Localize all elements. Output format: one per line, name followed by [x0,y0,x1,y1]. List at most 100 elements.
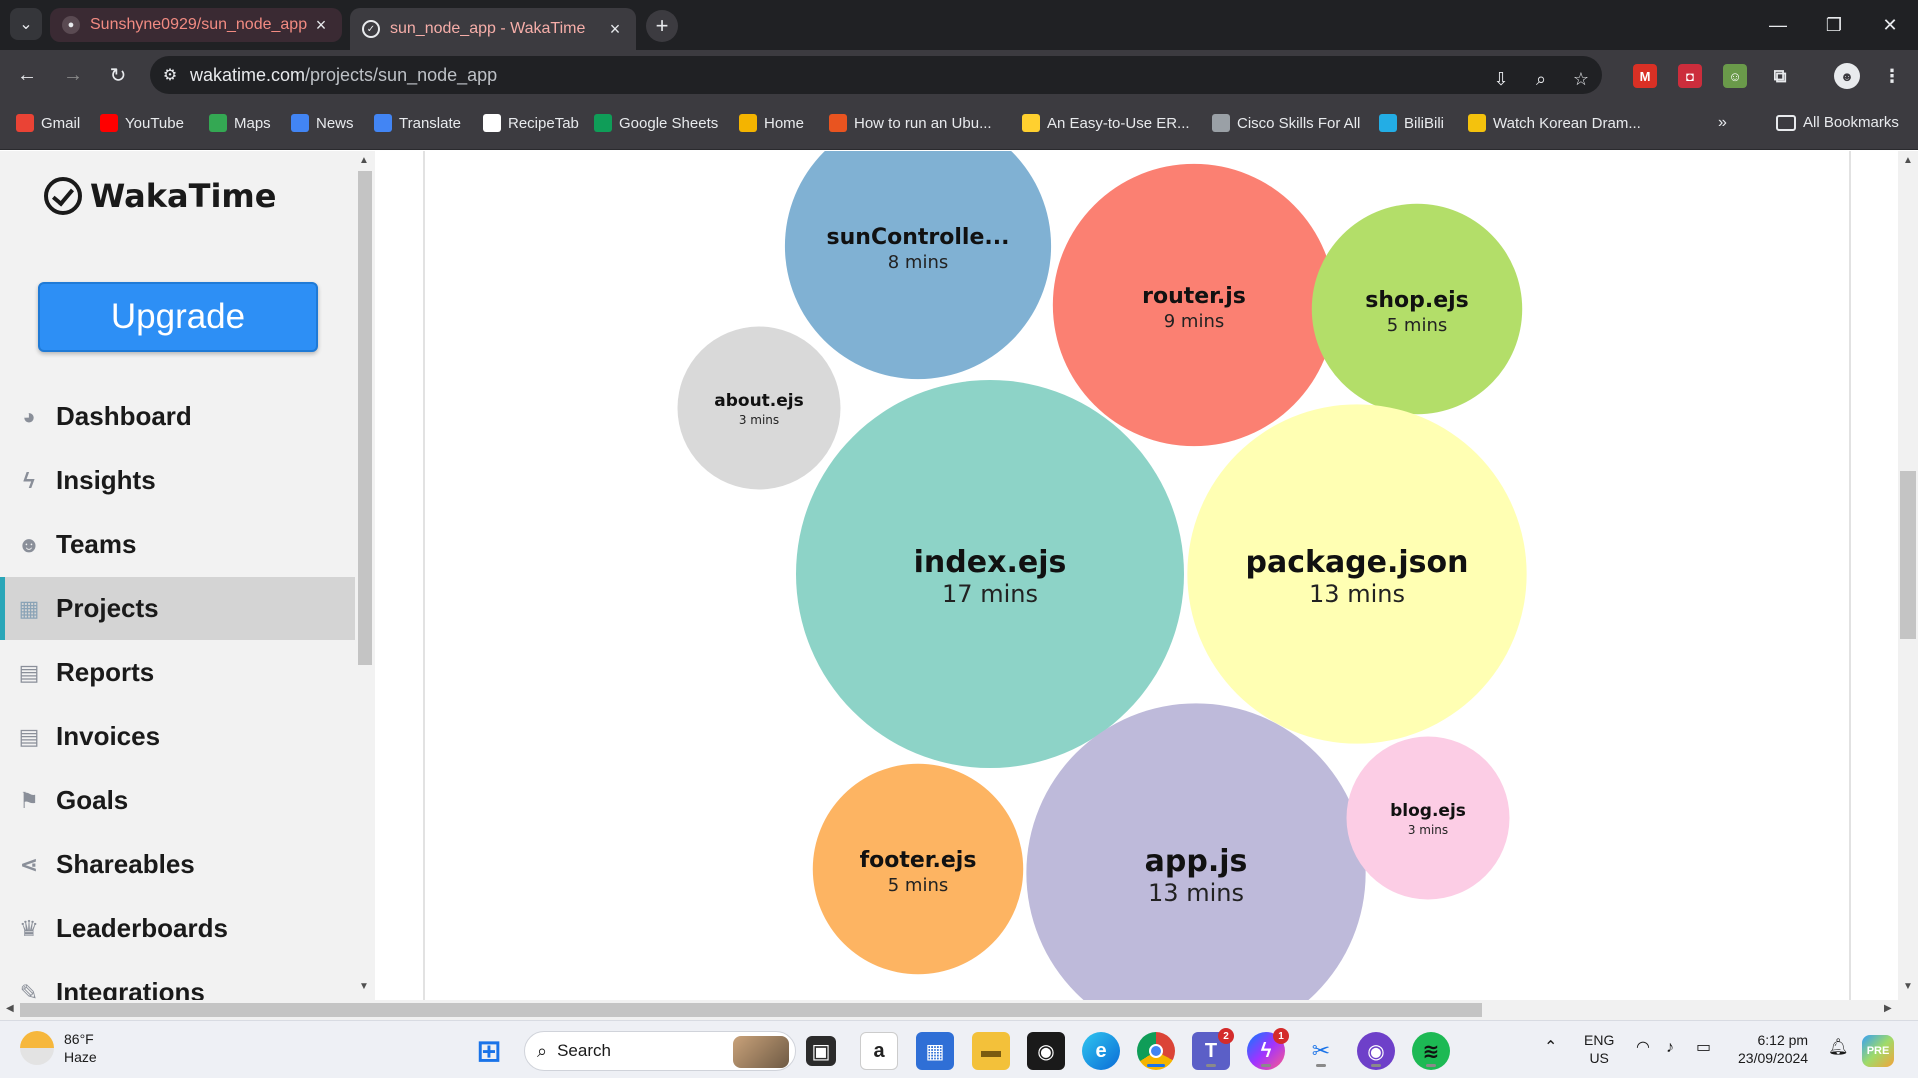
edge-icon[interactable]: e [1082,1032,1120,1070]
file-bubble[interactable]: shop.ejs5 mins [1311,203,1523,415]
bookmark-item[interactable]: RecipeTab [483,114,579,132]
chevron-up-icon[interactable]: ⌃ [1544,1039,1557,1057]
bookmark-item[interactable]: An Easy-to-Use ER... [1022,114,1190,132]
bookmark-item[interactable]: Gmail [16,114,80,132]
site-info-icon[interactable]: ⚙ [150,65,190,85]
wifi-icon[interactable]: ◠ [1636,1039,1650,1057]
bookmark-star-icon[interactable]: ☆ [1566,64,1596,94]
bookmark-item[interactable]: YouTube [100,114,184,132]
bookmark-item[interactable]: Translate [374,114,461,132]
amazon-icon[interactable]: a [860,1032,898,1070]
wakatime-logo[interactable]: WakaTime [44,177,276,215]
install-app-icon[interactable]: ⇩ [1486,64,1516,94]
sidebar-item-shareables[interactable]: ⋖ Shareables [0,833,355,896]
sidebar-item-reports[interactable]: ▤ Reports [0,641,355,704]
file-bubble-chart: sunControlle...8 minsrouter.js9 minsshop… [677,151,1527,1000]
file-bubble[interactable]: footer.ejs5 mins [812,763,1024,975]
zoom-icon[interactable]: ⌕ [1526,64,1556,94]
notification-bell-icon[interactable]: 🔔︎ [1828,1039,1848,1057]
tab-search-button[interactable]: ⌄ [10,8,42,40]
extensions-puzzle-icon[interactable]: ⧉ [1768,64,1792,88]
reload-button[interactable]: ↻ [103,60,133,90]
sidebar-scrollbar[interactable]: ▲ ▼ [355,151,375,1000]
bookmark-item[interactable]: Maps [209,114,271,132]
spotify-icon[interactable]: ≋ [1412,1032,1450,1070]
file-bubble[interactable]: router.js9 mins [1052,163,1336,447]
messenger-icon[interactable]: ϟ 1 [1247,1028,1289,1070]
file-bubble[interactable]: about.ejs 3 mins [677,326,841,490]
teams-icon[interactable]: T 2 [1192,1028,1234,1070]
scroll-up-icon[interactable]: ▲ [359,155,369,166]
file-bubble[interactable]: index.ejs17 mins [796,380,1184,768]
task-view-icon[interactable]: ▣ [806,1036,836,1066]
bookmark-item[interactable]: How to run an Ubu... [829,114,992,132]
address-bar[interactable]: ⚙ wakatime.com/projects/sun_node_app ⇩ ⌕… [150,56,1602,94]
tab-github[interactable]: ● Sunshyne0929/sun_node_app × [50,8,342,42]
bookmark-item[interactable]: News [291,114,354,132]
bookmark-label: Maps [234,114,271,132]
scroll-left-icon[interactable]: ◀ [6,1003,14,1014]
file-bubble[interactable]: sunControlle...8 mins [784,151,1052,380]
sidebar-item-teams[interactable]: ☻ Teams [0,513,355,576]
close-icon[interactable]: × [312,15,330,36]
sidebar-scroll-thumb[interactable] [358,171,372,665]
snipping-tool-icon[interactable]: ✂ [1302,1032,1340,1070]
file-explorer-icon[interactable]: ▬ [972,1032,1010,1070]
back-button[interactable]: ← [12,60,42,90]
profile-avatar[interactable]: ☻ [1834,63,1860,89]
scroll-down-icon[interactable]: ▼ [1903,981,1913,992]
cisco-icon [1212,114,1230,132]
sidebar-item-invoices[interactable]: ▤ Invoices [0,705,355,768]
chrome-icon[interactable] [1137,1032,1175,1070]
sidebar-item-goals[interactable]: ⚑ Goals [0,769,355,832]
sidebar-item-leaderboards[interactable]: ♛ Leaderboards [0,897,355,960]
menu-kebab-icon[interactable]: ⋮ [1880,64,1904,88]
volume-icon[interactable]: ♪ [1666,1039,1674,1057]
scroll-right-icon[interactable]: ▶ [1884,1003,1892,1014]
scroll-up-icon[interactable]: ▲ [1903,155,1913,166]
battery-icon[interactable]: ▭ [1696,1039,1711,1057]
page-horizontal-scrollbar[interactable]: ◀ ▶ [0,1000,1918,1020]
extension-pocket-icon[interactable]: ◘ [1678,64,1702,88]
page-vertical-scrollbar[interactable]: ▲ ▼ [1898,151,1918,1000]
sidebar-item-projects[interactable]: ▦ Projects [0,577,355,640]
restore-button[interactable]: ❐ [1806,0,1862,50]
extension-mendeley-icon[interactable]: M [1633,64,1657,88]
bookmark-item[interactable]: BiliBili [1379,114,1444,132]
microsoft-store-icon[interactable]: ▦ [916,1032,954,1070]
tab-wakatime[interactable]: ✓ sun_node_app - WakaTime × [350,8,636,50]
new-tab-button[interactable]: + [646,10,678,42]
sidebar-item-integrations[interactable]: ✎ Integrations [0,961,355,1000]
bookmark-item[interactable]: Cisco Skills For All [1212,114,1360,132]
clock[interactable]: 6:12 pm 23/09/2024 [1738,1031,1808,1067]
bookmarks-overflow-button[interactable]: » [1718,114,1727,132]
scroll-down-icon[interactable]: ▼ [359,981,369,992]
bookmark-item[interactable]: Watch Korean Dram... [1468,114,1641,132]
windows-start-icon[interactable]: ⊞ [470,1032,508,1070]
file-bubble[interactable]: blog.ejs 3 mins [1346,736,1510,900]
close-window-button[interactable]: ✕ [1862,0,1918,50]
sidebar-item-dashboard[interactable]: ◕ Dashboard [0,385,355,448]
bookmark-item[interactable]: Home [739,114,804,132]
sidebar-item-insights[interactable]: ϟ Insights [0,449,355,512]
minimize-button[interactable]: — [1750,0,1806,50]
gmail-icon [16,114,34,132]
language-indicator[interactable]: ENG US [1584,1031,1614,1067]
url-text[interactable]: wakatime.com/projects/sun_node_app [190,65,497,86]
file-bubble-chart-card: sunControlle... 8 mins router.js 9 mins shop… [423,151,1851,1000]
weather-widget[interactable]: 86°F Haze [20,1030,97,1066]
bookmark-item[interactable]: Google Sheets [594,114,718,132]
extension-avatar-icon[interactable]: ☺ [1723,64,1747,88]
copilot-icon[interactable]: PRE [1862,1035,1894,1067]
file-bubble[interactable]: package.json13 mins [1187,404,1527,744]
close-icon[interactable]: × [606,19,624,40]
github-desktop-icon[interactable]: ◉ [1027,1032,1065,1070]
horizontal-scroll-thumb[interactable] [20,1003,1482,1017]
file-bubble[interactable]: app.js13 mins [1026,703,1366,1000]
all-bookmarks-button[interactable]: All Bookmarks [1776,114,1899,131]
forward-button[interactable]: → [58,60,88,90]
taskbar-search[interactable]: ⌕ Search [524,1031,796,1071]
github-app-icon[interactable]: ◉ [1357,1032,1395,1070]
page-scroll-thumb[interactable] [1900,471,1916,639]
upgrade-button[interactable]: Upgrade [38,282,318,352]
